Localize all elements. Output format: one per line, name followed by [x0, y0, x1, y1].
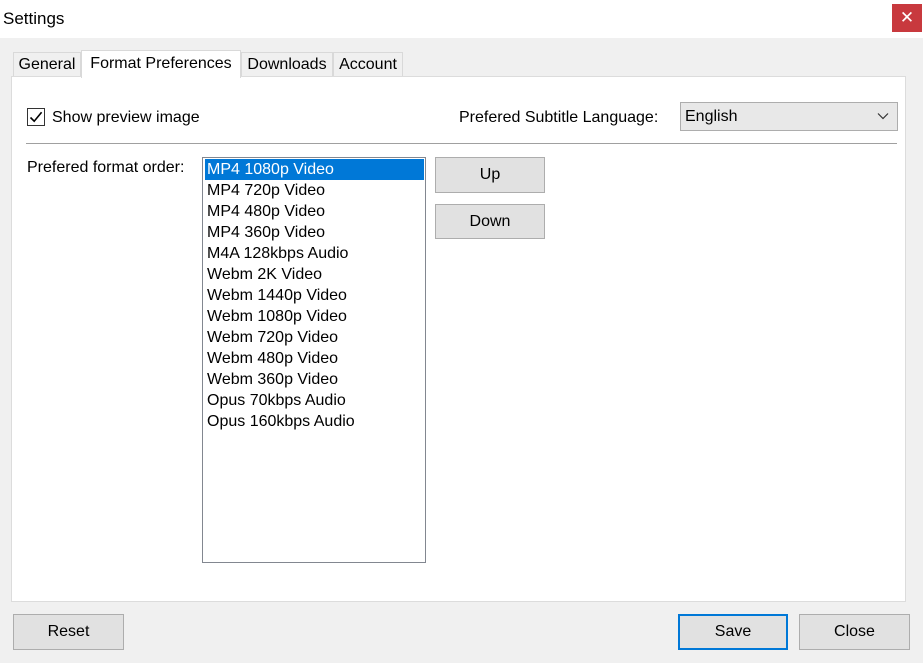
- tab-general[interactable]: General: [13, 52, 81, 76]
- list-item[interactable]: M4A 128kbps Audio: [205, 243, 424, 264]
- list-item[interactable]: Webm 1080p Video: [205, 306, 424, 327]
- list-item[interactable]: MP4 360p Video: [205, 222, 424, 243]
- subtitle-language-label: Prefered Subtitle Language:: [459, 109, 659, 126]
- show-preview-label: Show preview image: [52, 109, 200, 126]
- list-item[interactable]: Webm 480p Video: [205, 348, 424, 369]
- format-preferences-panel: Show preview image Prefered Subtitle Lan…: [11, 76, 906, 602]
- list-item[interactable]: Opus 70kbps Audio: [205, 390, 424, 411]
- list-item[interactable]: Webm 720p Video: [205, 327, 424, 348]
- list-item[interactable]: Opus 160kbps Audio: [205, 411, 424, 432]
- save-button[interactable]: Save: [678, 614, 788, 650]
- divider: [26, 143, 897, 144]
- format-order-list[interactable]: MP4 1080p Video MP4 720p Video MP4 480p …: [202, 157, 426, 563]
- list-item[interactable]: Webm 2K Video: [205, 264, 424, 285]
- format-order-label: Prefered format order:: [27, 159, 185, 176]
- move-down-button[interactable]: Down: [435, 204, 545, 239]
- show-preview-checkbox[interactable]: [27, 108, 45, 126]
- reset-button[interactable]: Reset: [13, 614, 124, 650]
- move-up-button[interactable]: Up: [435, 157, 545, 193]
- checkmark-icon: [29, 111, 43, 123]
- window-title: Settings: [3, 9, 65, 28]
- close-button[interactable]: Close: [799, 614, 910, 650]
- subtitle-language-value: English: [685, 108, 738, 125]
- list-item[interactable]: Webm 1440p Video: [205, 285, 424, 306]
- tab-format-preferences[interactable]: Format Preferences: [81, 50, 241, 78]
- tab-downloads[interactable]: Downloads: [241, 52, 333, 76]
- title-bar: Settings ✕: [0, 0, 923, 38]
- close-window-button[interactable]: ✕: [892, 4, 922, 32]
- list-item[interactable]: MP4 720p Video: [205, 180, 424, 201]
- close-icon: ✕: [899, 8, 915, 27]
- tab-account[interactable]: Account: [333, 52, 403, 76]
- list-item[interactable]: MP4 1080p Video: [205, 159, 424, 180]
- chevron-down-icon: [877, 113, 889, 120]
- list-item[interactable]: Webm 360p Video: [205, 369, 424, 390]
- list-item[interactable]: MP4 480p Video: [205, 201, 424, 222]
- subtitle-language-select[interactable]: English: [680, 102, 898, 131]
